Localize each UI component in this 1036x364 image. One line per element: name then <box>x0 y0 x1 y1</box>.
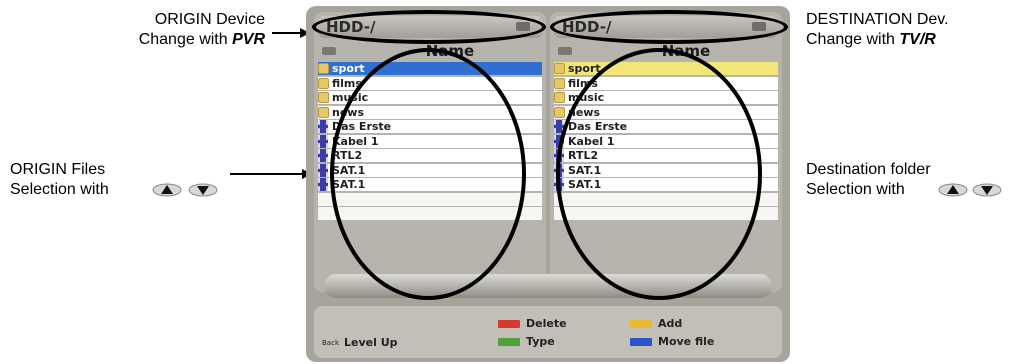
down-arrow-icon <box>972 183 1002 197</box>
key-legend: Back Level Up Delete Type Add Move file <box>314 306 782 358</box>
move-file-label: Move file <box>658 335 715 348</box>
destination-device-title: DESTINATION Dev. <box>806 11 949 28</box>
list-item[interactable]: SAT.1 <box>318 163 542 177</box>
origin-name-header: Name <box>425 42 475 60</box>
origin-files-title: ORIGIN Files <box>10 161 106 178</box>
film-icon <box>318 149 328 162</box>
list-item[interactable]: sport <box>554 62 778 75</box>
origin-device-title: ORIGIN Device <box>154 11 265 28</box>
film-icon <box>554 120 564 133</box>
drive-icon <box>752 22 766 31</box>
origin-device-change: Change with <box>138 31 233 48</box>
folder-icon <box>554 92 565 103</box>
film-icon <box>554 163 564 177</box>
list-item[interactable]: SAT.1 <box>318 178 542 191</box>
destination-device-key: TV/R <box>899 31 936 48</box>
list-item[interactable]: Kabel 1 <box>318 134 542 148</box>
list-item[interactable]: RTL2 <box>554 149 778 162</box>
list-item[interactable]: SAT.1 <box>554 178 778 191</box>
origin-files-arrow <box>230 173 304 175</box>
destination-pane: HDD-/ Name sport films music news Das Er… <box>550 12 782 292</box>
back-key-label: Back <box>322 339 339 347</box>
destination-device-selector[interactable]: HDD-/ <box>554 16 778 38</box>
level-up-label: Level Up <box>344 336 398 349</box>
origin-device-annotation: ORIGIN Device Change with PVR <box>60 10 265 50</box>
origin-files-selection: Selection with <box>10 181 109 198</box>
film-icon <box>554 149 564 162</box>
film-icon <box>318 178 328 191</box>
destination-name-header: Name <box>661 42 711 60</box>
destination-device-change: Change with <box>806 31 900 48</box>
yellow-key-icon <box>630 320 652 328</box>
film-icon <box>554 134 564 148</box>
list-item[interactable]: sport <box>318 62 542 75</box>
destination-folder-selection: Selection with <box>806 181 905 198</box>
destination-folder-title: Destination folder <box>806 161 931 178</box>
blue-key-icon <box>630 338 652 346</box>
folder-icon <box>554 106 565 118</box>
list-item[interactable]: RTL2 <box>318 149 542 162</box>
up-arrow-icon <box>152 183 182 197</box>
empty-row <box>318 192 542 206</box>
destination-column-header: Name <box>554 42 778 60</box>
file-manager-screen: HDD-/ Name sport films music news Das Er… <box>306 6 790 362</box>
destination-device-label: HDD-/ <box>562 18 612 36</box>
folder-icon <box>318 77 329 89</box>
folder-icon <box>318 106 329 118</box>
empty-row <box>554 207 778 220</box>
delete-label: Delete <box>526 317 567 330</box>
film-icon <box>318 120 328 133</box>
empty-row <box>318 207 542 220</box>
list-item[interactable]: films <box>318 76 542 90</box>
origin-files-annotation: ORIGIN Files Selection with <box>10 160 260 200</box>
film-icon <box>554 178 564 191</box>
list-item[interactable]: news <box>318 105 542 119</box>
origin-device-selector[interactable]: HDD-/ <box>318 16 542 38</box>
film-icon <box>318 134 328 148</box>
origin-device-key: PVR <box>232 31 265 48</box>
horizontal-scrollbar[interactable] <box>324 274 772 298</box>
list-item[interactable]: films <box>554 76 778 90</box>
list-item[interactable]: news <box>554 105 778 119</box>
folder-icon <box>318 63 329 74</box>
green-key-icon <box>498 338 520 346</box>
list-item[interactable]: music <box>318 91 542 104</box>
origin-column-header: Name <box>318 42 542 60</box>
list-item[interactable]: Das Erste <box>318 120 542 133</box>
destination-file-list: sport films music news Das Erste Kabel 1… <box>554 62 778 222</box>
add-label: Add <box>658 317 683 330</box>
folder-icon <box>318 92 329 103</box>
folder-icon <box>554 63 565 74</box>
down-arrow-icon <box>188 183 218 197</box>
type-label: Type <box>526 335 555 348</box>
list-item[interactable]: SAT.1 <box>554 163 778 177</box>
list-item[interactable]: music <box>554 91 778 104</box>
origin-file-list: sport films music news Das Erste Kabel 1… <box>318 62 542 222</box>
up-arrow-icon <box>938 183 968 197</box>
empty-row <box>554 192 778 206</box>
film-icon <box>318 163 328 177</box>
drive-icon <box>516 22 530 31</box>
red-key-icon <box>498 320 520 328</box>
list-item[interactable]: Das Erste <box>554 120 778 133</box>
destination-device-annotation: DESTINATION Dev. Change with TV/R <box>806 10 1026 50</box>
folder-icon <box>554 77 565 89</box>
origin-device-arrow <box>272 32 302 34</box>
list-item[interactable]: Kabel 1 <box>554 134 778 148</box>
origin-pane: HDD-/ Name sport films music news Das Er… <box>314 12 546 292</box>
origin-device-label: HDD-/ <box>326 18 376 36</box>
